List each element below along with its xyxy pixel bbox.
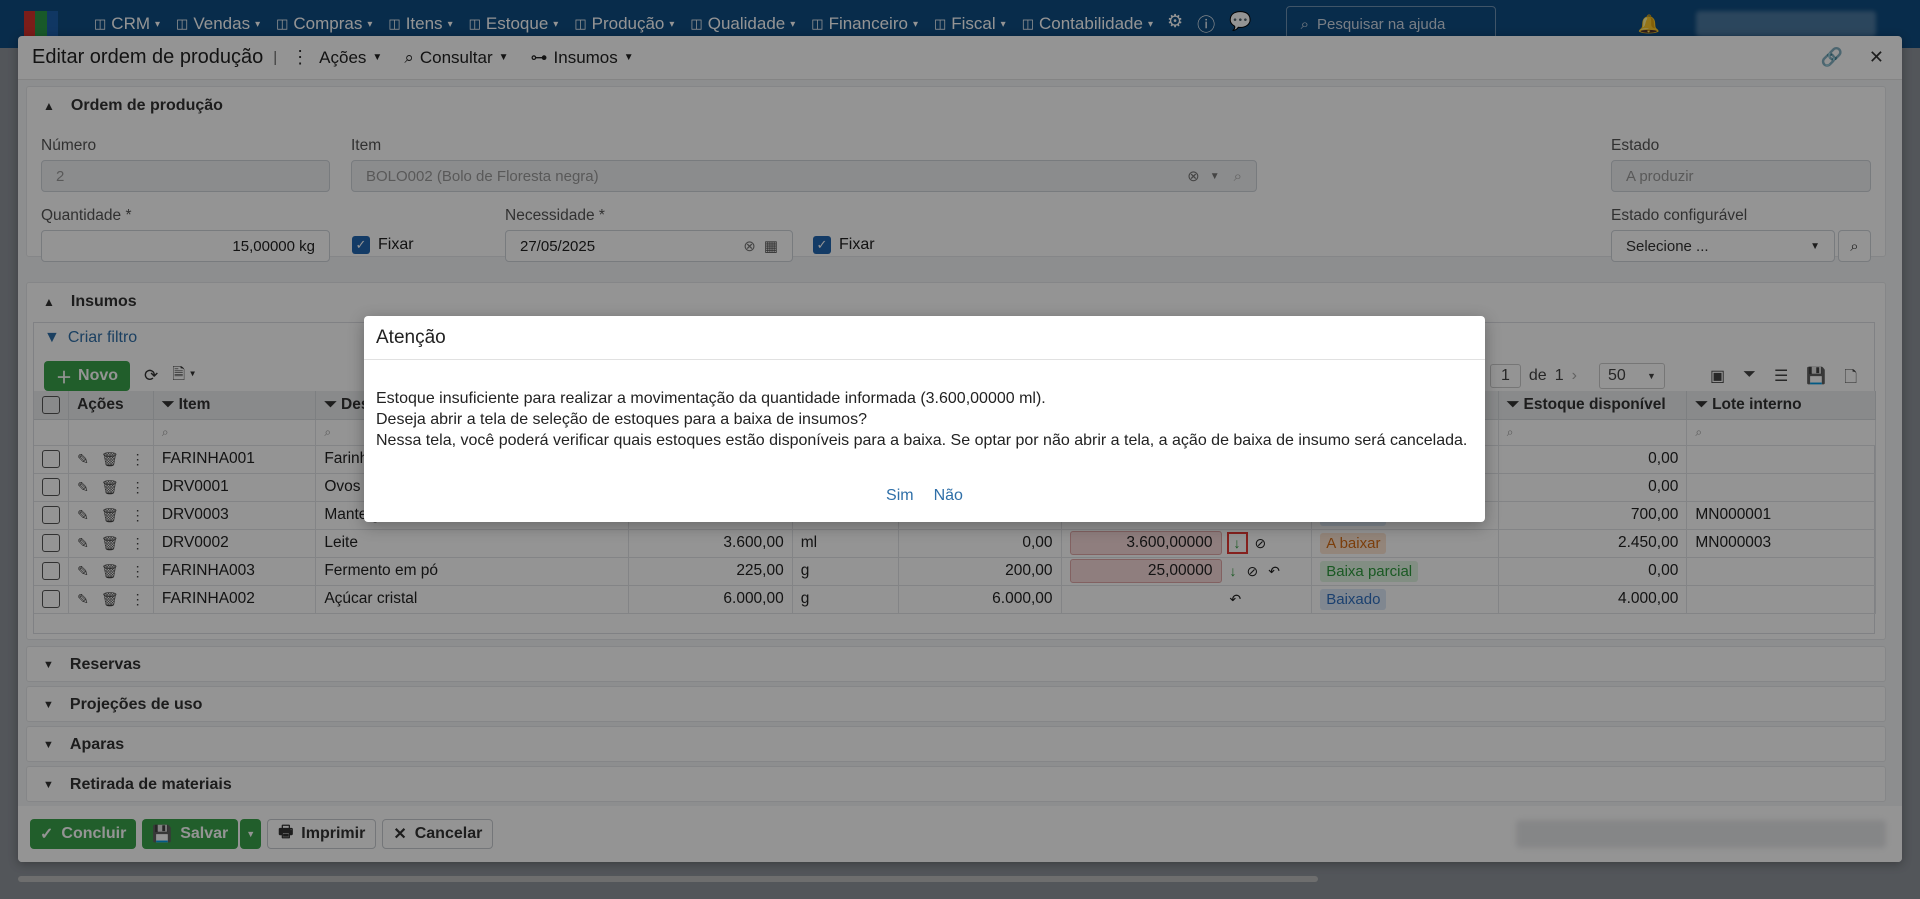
dialog-title: Atenção [376,326,446,348]
dialog-line-1: Estoque insuficiente para realizar a mov… [376,390,1046,407]
sim-button[interactable]: Sim [886,487,914,505]
attention-dialog: Atenção Estoque insuficiente para realiz… [364,316,1485,522]
dialog-header: Atenção [364,316,1485,360]
dialog-line-2: Deseja abrir a tela de seleção de estoqu… [376,411,867,428]
dialog-line-3: Nessa tela, você poderá verificar quais … [376,432,1468,449]
dialog-message: Estoque insuficiente para realizar a mov… [364,360,1485,451]
nao-button[interactable]: Não [934,487,963,505]
